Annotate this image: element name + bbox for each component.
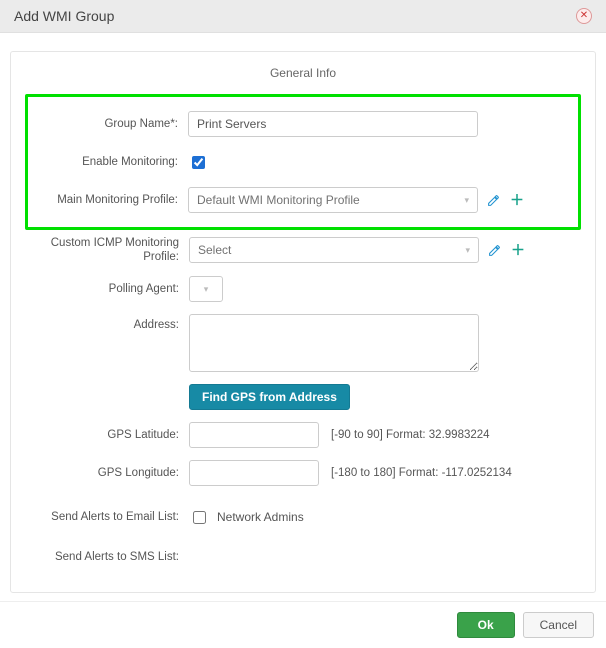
dialog-title: Add WMI Group xyxy=(14,8,114,24)
edit-main-profile-icon[interactable] xyxy=(484,191,502,209)
dialog-add-wmi-group: Add WMI Group ✕ General Info Group Name*… xyxy=(0,0,606,648)
general-info-panel: General Info Group Name*: Enable Monitor… xyxy=(10,51,596,593)
label-address: Address: xyxy=(29,314,189,332)
label-custom-icmp-profile: Custom ICMP Monitoring Profile: xyxy=(29,236,189,264)
row-address: Address: xyxy=(29,314,577,372)
label-enable-monitoring: Enable Monitoring: xyxy=(28,155,188,169)
email-list-option-label: Network Admins xyxy=(217,510,304,524)
row-main-profile: Main Monitoring Profile: Default WMI Mon… xyxy=(28,187,568,213)
enable-monitoring-checkbox[interactable] xyxy=(192,156,205,169)
row-polling-agent: Polling Agent: ▾ xyxy=(29,276,577,302)
email-list-checkbox-network-admins[interactable] xyxy=(193,511,206,524)
label-email-list: Send Alerts to Email List: xyxy=(29,510,189,524)
row-gps-lat: GPS Latitude: [-90 to 90] Format: 32.998… xyxy=(29,422,577,448)
main-profile-select[interactable]: Default WMI Monitoring Profile ▾ xyxy=(188,187,478,213)
hint-gps-lon: [-180 to 180] Format: -117.0252134 xyxy=(331,467,512,479)
ok-button[interactable]: Ok xyxy=(457,612,515,638)
row-group-name: Group Name*: xyxy=(28,111,568,137)
close-icon[interactable]: ✕ xyxy=(576,8,592,24)
chevron-down-icon: ▾ xyxy=(465,245,470,256)
add-icmp-profile-icon[interactable]: ＋ xyxy=(509,241,527,259)
hint-gps-lat: [-90 to 90] Format: 32.9983224 xyxy=(331,429,490,441)
row-custom-icmp-profile: Custom ICMP Monitoring Profile: Select ▾… xyxy=(29,236,577,264)
row-sms-list: Send Alerts to SMS List: xyxy=(29,544,577,570)
row-find-gps: Find GPS from Address xyxy=(29,384,577,410)
add-main-profile-icon[interactable]: ＋ xyxy=(508,191,526,209)
find-gps-button[interactable]: Find GPS from Address xyxy=(189,384,350,410)
dialog-header: Add WMI Group ✕ xyxy=(0,0,606,33)
gps-lat-input[interactable] xyxy=(189,422,319,448)
row-gps-lon: GPS Longitude: [-180 to 180] Format: -11… xyxy=(29,460,577,486)
row-email-list: Send Alerts to Email List: Network Admin… xyxy=(29,504,577,530)
panel-title: General Info xyxy=(29,66,577,80)
custom-icmp-profile-selected: Select xyxy=(198,243,231,257)
label-main-profile: Main Monitoring Profile: xyxy=(28,193,188,207)
chevron-down-icon: ▾ xyxy=(464,195,469,206)
chevron-down-icon: ▾ xyxy=(204,284,209,295)
label-sms-list: Send Alerts to SMS List: xyxy=(29,550,189,564)
label-polling-agent: Polling Agent: xyxy=(29,282,189,296)
label-group-name: Group Name*: xyxy=(28,117,188,131)
cancel-button[interactable]: Cancel xyxy=(523,612,594,638)
label-gps-lon: GPS Longitude: xyxy=(29,466,189,480)
label-gps-lat: GPS Latitude: xyxy=(29,428,189,442)
main-profile-selected: Default WMI Monitoring Profile xyxy=(197,193,360,207)
address-textarea[interactable] xyxy=(189,314,479,372)
polling-agent-select[interactable]: ▾ xyxy=(189,276,223,302)
group-name-input[interactable] xyxy=(188,111,478,137)
row-enable-monitoring: Enable Monitoring: xyxy=(28,149,568,175)
gps-lon-input[interactable] xyxy=(189,460,319,486)
email-list-option[interactable]: Network Admins xyxy=(189,508,304,527)
dialog-body: General Info Group Name*: Enable Monitor… xyxy=(0,33,606,601)
edit-icmp-profile-icon[interactable] xyxy=(485,241,503,259)
dialog-footer: Ok Cancel xyxy=(0,601,606,648)
custom-icmp-profile-select[interactable]: Select ▾ xyxy=(189,237,479,263)
highlighted-required-section: Group Name*: Enable Monitoring: Main Mon… xyxy=(25,94,581,230)
